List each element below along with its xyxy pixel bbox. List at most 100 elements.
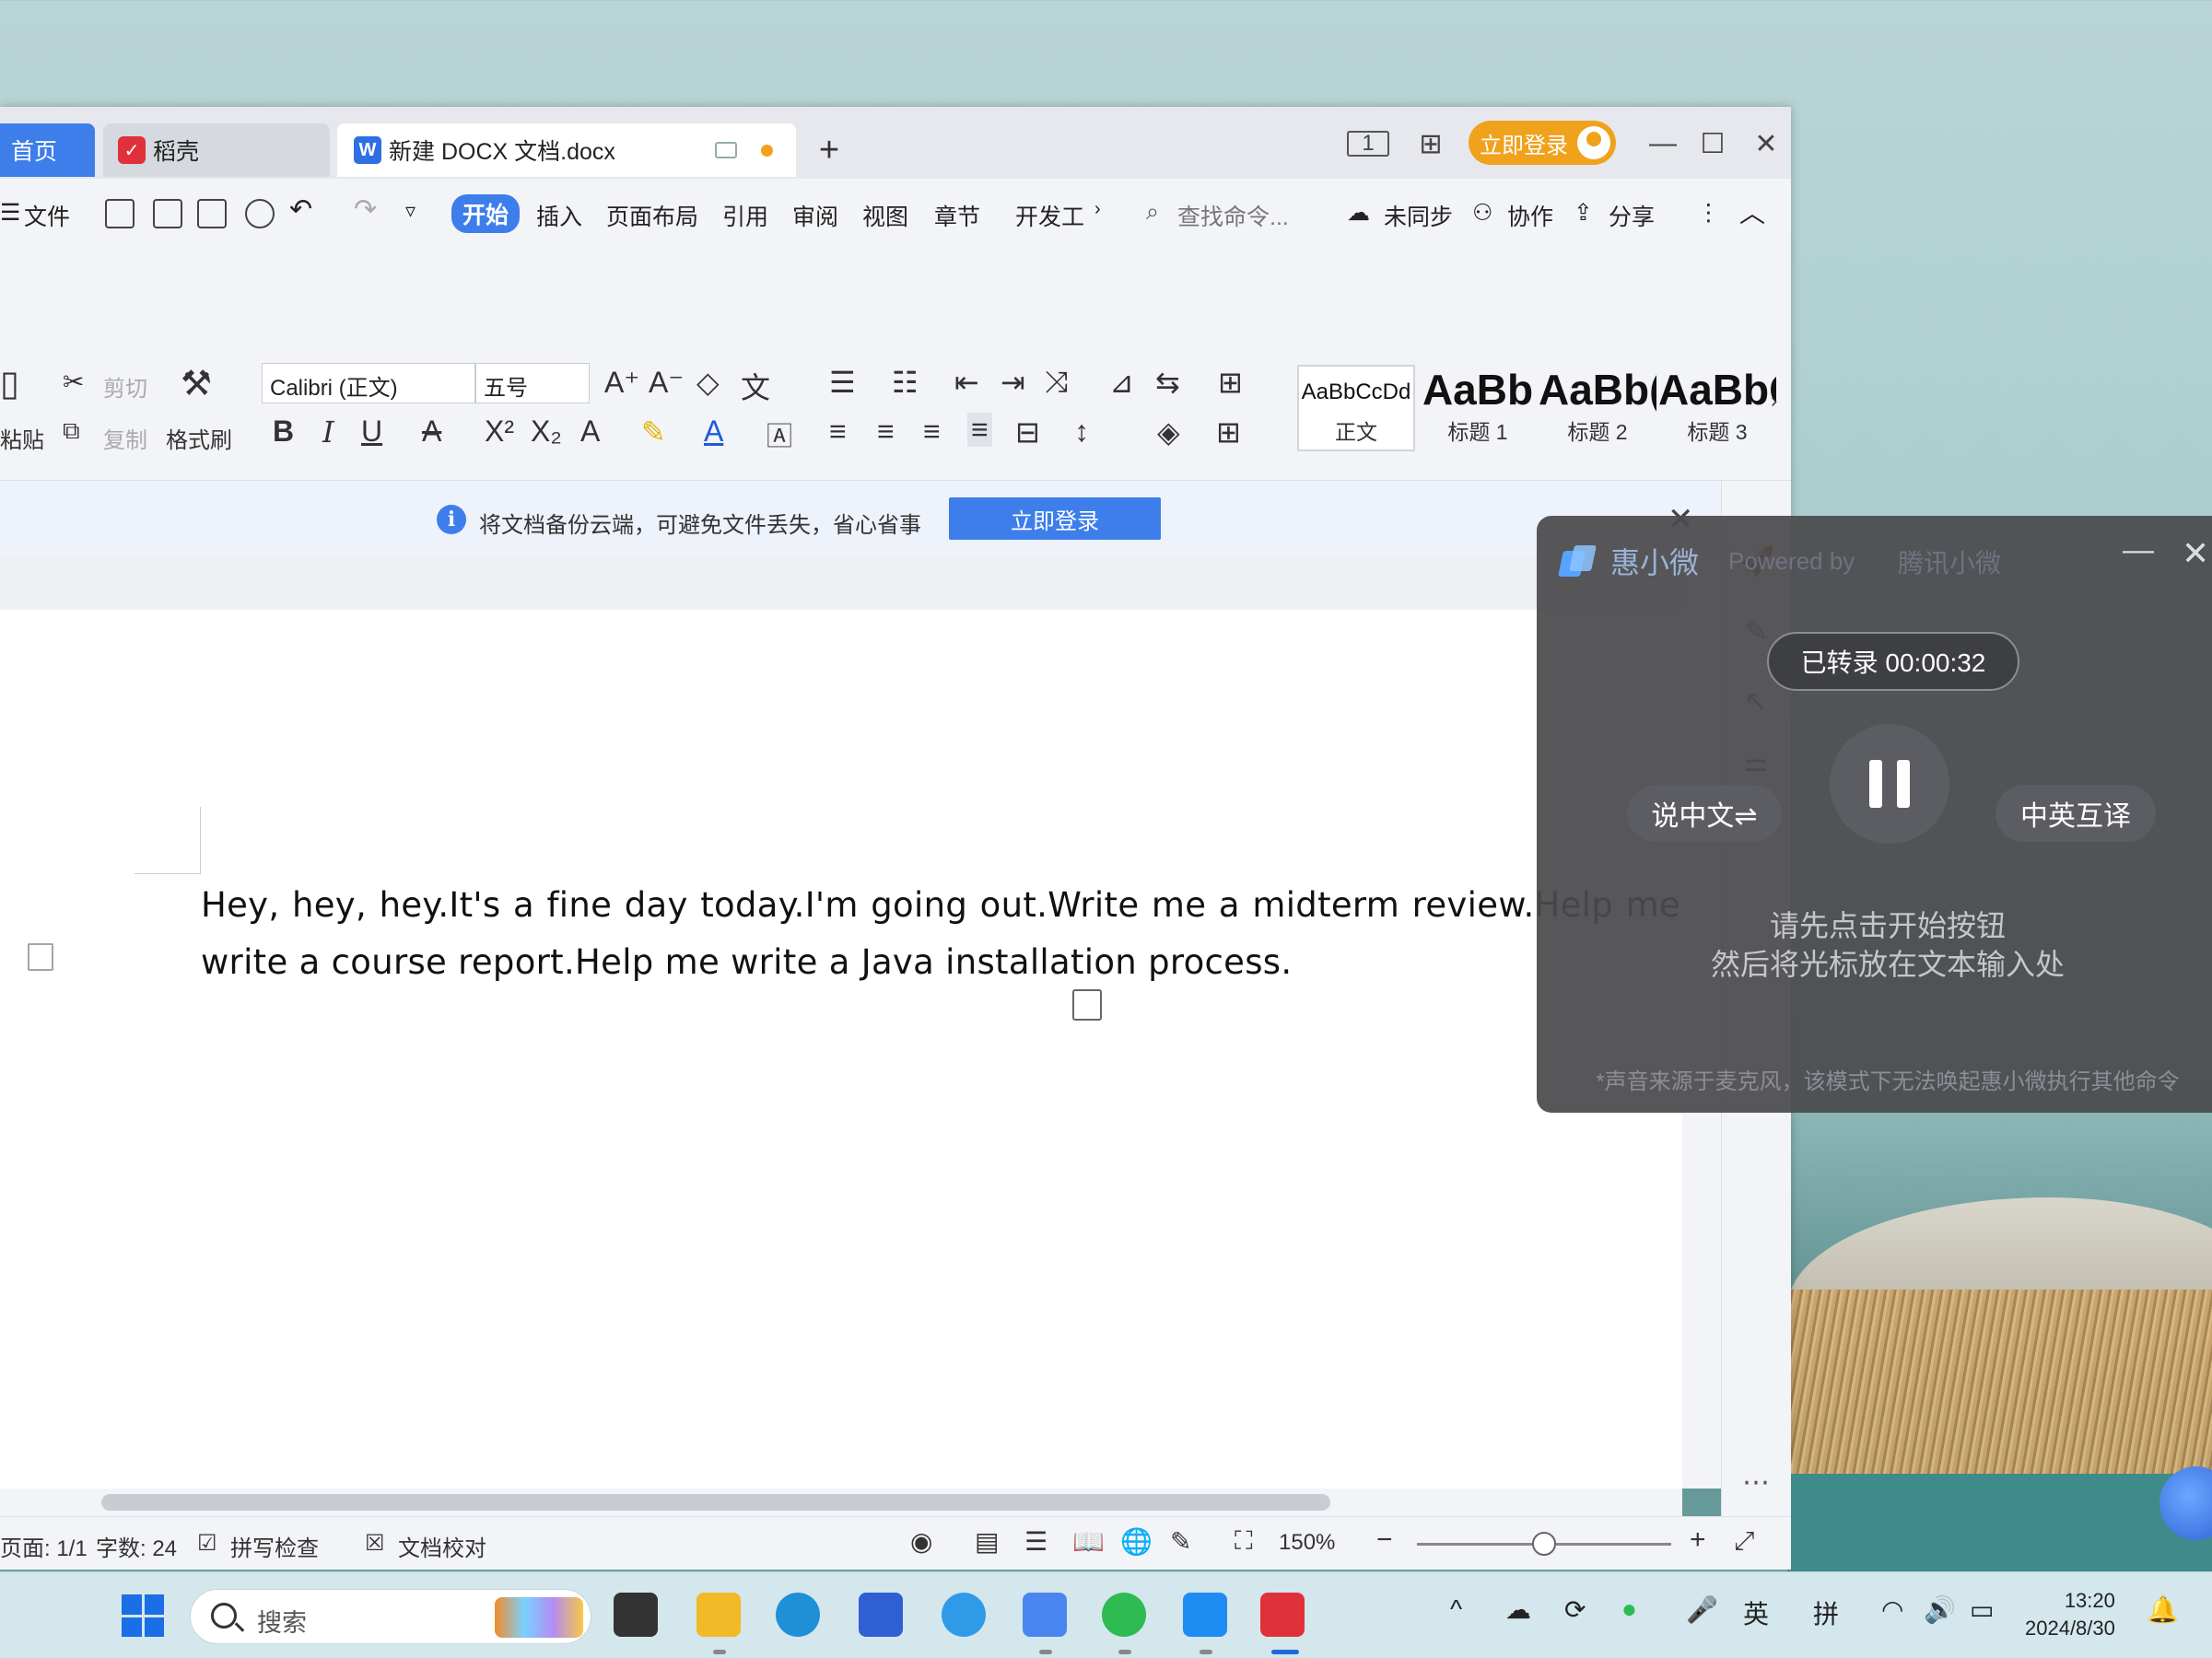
search-icon[interactable]: ⌕ bbox=[1146, 199, 1159, 226]
microphone-icon[interactable]: 🎤 bbox=[1686, 1594, 1718, 1625]
export-pdf-icon[interactable] bbox=[153, 199, 182, 228]
borders-icon[interactable]: ⊞ bbox=[1216, 414, 1241, 450]
assistant-close-button[interactable]: ✕ bbox=[2182, 534, 2209, 573]
feishu-icon[interactable] bbox=[1183, 1593, 1227, 1637]
menu-more-chevron-icon[interactable]: › bbox=[1094, 199, 1101, 220]
strikethrough-icon[interactable]: A bbox=[422, 414, 441, 449]
page-indicator[interactable]: 页面: 1/1 bbox=[0, 1530, 88, 1562]
print-icon[interactable] bbox=[197, 199, 227, 228]
font-color-icon[interactable]: A bbox=[704, 414, 723, 449]
proofread-icon[interactable]: ☒ bbox=[365, 1530, 385, 1557]
char-border-icon[interactable]: 🄰 bbox=[767, 416, 792, 453]
collapse-ribbon-icon[interactable]: ︿ bbox=[1739, 193, 1765, 230]
paragraph-layout-icon[interactable] bbox=[28, 943, 53, 971]
justify-icon[interactable]: ≡ bbox=[967, 413, 992, 447]
underline-icon[interactable]: U bbox=[361, 414, 382, 449]
format-painter-icon[interactable]: ⚒ bbox=[181, 363, 212, 404]
write-view-icon[interactable]: ✎ bbox=[1170, 1526, 1191, 1557]
spell-check-button[interactable]: 拼写检查 bbox=[230, 1530, 319, 1562]
microsoft-store-icon[interactable] bbox=[859, 1593, 903, 1637]
share-icon[interactable]: ⇪ bbox=[1574, 199, 1593, 227]
cloud-sync-icon[interactable]: ☁ bbox=[1347, 199, 1370, 227]
maximize-button[interactable]: ☐ bbox=[1691, 125, 1734, 162]
decrease-indent-icon[interactable]: ⇤ bbox=[954, 365, 979, 400]
proofread-button[interactable]: 文档校对 bbox=[398, 1530, 486, 1562]
menu-developer[interactable]: 开发工 bbox=[1015, 199, 1084, 232]
undo-icon[interactable]: ↶ bbox=[289, 193, 312, 226]
login-button[interactable]: 立即登录 bbox=[1469, 121, 1616, 165]
sync-icon[interactable]: ⟳ bbox=[1564, 1594, 1586, 1625]
collab-button[interactable]: 协作 bbox=[1507, 199, 1553, 232]
fit-page-icon[interactable]: ⛶ bbox=[1235, 1526, 1253, 1557]
ime-language[interactable]: 英 bbox=[1743, 1594, 1769, 1631]
chinese-layout-icon[interactable]: ⤨ bbox=[1045, 365, 1069, 400]
battery-icon[interactable]: ▭ bbox=[1970, 1594, 1994, 1625]
tab-daoke[interactable]: ✓ 稻壳 bbox=[103, 123, 330, 177]
help-app-icon[interactable] bbox=[942, 1593, 986, 1637]
speak-chinese-mode-button[interactable]: 说中文⇌ bbox=[1627, 785, 1782, 842]
phonetic-guide-icon[interactable]: 文 bbox=[741, 365, 770, 407]
menu-page-layout[interactable]: 页面布局 bbox=[606, 199, 698, 232]
file-explorer-icon[interactable] bbox=[696, 1593, 741, 1637]
menu-start[interactable]: 开始 bbox=[451, 194, 521, 233]
zoom-out-icon[interactable]: − bbox=[1376, 1524, 1393, 1556]
align-right-icon[interactable]: ≡ bbox=[923, 414, 941, 449]
numbered-list-icon[interactable]: ☷ bbox=[892, 365, 919, 400]
notice-login-button[interactable]: 立即登录 bbox=[949, 497, 1161, 540]
text-direction-icon[interactable]: ⊿ bbox=[1109, 365, 1134, 400]
windows-start-icon[interactable] bbox=[122, 1594, 164, 1637]
subscript-icon[interactable]: X₂ bbox=[531, 414, 562, 449]
task-view-icon[interactable] bbox=[614, 1593, 658, 1637]
fullscreen-icon[interactable]: ⤢ bbox=[1734, 1526, 1754, 1557]
zoom-level[interactable]: 150% bbox=[1279, 1530, 1335, 1556]
italic-icon[interactable]: I bbox=[322, 414, 334, 450]
shading-icon[interactable]: ◈ bbox=[1157, 414, 1180, 450]
monitor-icon[interactable] bbox=[715, 142, 737, 158]
zoom-in-icon[interactable]: + bbox=[1690, 1524, 1706, 1556]
collab-icon[interactable]: ⚇ bbox=[1472, 199, 1492, 227]
cut-icon[interactable]: ✂ bbox=[63, 367, 84, 397]
distributed-align-icon[interactable]: ⊟ bbox=[1015, 414, 1040, 450]
increase-indent-icon[interactable]: ⇥ bbox=[1001, 365, 1025, 400]
styles-more-chevron-icon[interactable]: › bbox=[1771, 389, 1777, 413]
eye-protection-icon[interactable]: ◉ bbox=[910, 1526, 932, 1557]
wifi-icon[interactable]: ◠ bbox=[1881, 1594, 1903, 1625]
style-normal[interactable]: AaBbCcDd 正文 bbox=[1297, 365, 1415, 451]
spell-check-icon[interactable]: ☑ bbox=[197, 1530, 217, 1557]
quick-access-dropdown-icon[interactable]: ▿ bbox=[405, 199, 415, 223]
new-tab-button[interactable]: + bbox=[802, 123, 857, 177]
more-menu-icon[interactable]: ⋮ bbox=[1697, 199, 1720, 227]
tray-overflow-icon[interactable]: ^ bbox=[1450, 1594, 1462, 1624]
menu-chapter[interactable]: 章节 bbox=[934, 199, 980, 232]
translation-mode-button[interactable]: 中英互译 bbox=[1995, 785, 2156, 842]
reading-view-icon[interactable]: 📖 bbox=[1072, 1526, 1105, 1557]
copilot-app-icon[interactable] bbox=[1023, 1593, 1067, 1637]
copy-icon[interactable]: ⧉ bbox=[63, 416, 80, 446]
tab-document[interactable]: W 新建 DOCX 文档.docx bbox=[337, 123, 796, 177]
assistant-minimize-button[interactable]: — bbox=[2123, 532, 2154, 568]
increase-font-icon[interactable]: A⁺ bbox=[604, 365, 639, 400]
wechat-icon[interactable] bbox=[1102, 1593, 1146, 1637]
apps-grid-icon[interactable]: ⊞ bbox=[1410, 125, 1452, 162]
sort-icon[interactable]: ⇆ bbox=[1155, 365, 1180, 400]
layout-toggle-icon[interactable]: 1 bbox=[1347, 131, 1389, 157]
ime-mode[interactable]: 拼 bbox=[1813, 1594, 1839, 1631]
menu-references[interactable]: 引用 bbox=[722, 199, 768, 232]
print-preview-icon[interactable] bbox=[245, 199, 275, 228]
edge-browser-icon[interactable] bbox=[776, 1593, 820, 1637]
volume-icon[interactable]: 🔊 bbox=[1924, 1594, 1956, 1625]
wechat-tray-icon[interactable]: ● bbox=[1621, 1594, 1637, 1624]
more-tools-icon[interactable]: ⋯ bbox=[1740, 1466, 1772, 1498]
wps-office-icon[interactable] bbox=[1260, 1593, 1305, 1637]
format-painter-button[interactable]: 格式刷 bbox=[166, 422, 232, 454]
cut-button[interactable]: 剪切 bbox=[103, 370, 147, 403]
onedrive-icon[interactable]: ☁ bbox=[1505, 1594, 1531, 1625]
show-marks-icon[interactable]: ⊞ bbox=[1218, 365, 1243, 400]
paste-options-icon[interactable] bbox=[1072, 989, 1102, 1021]
page-view-icon[interactable]: ▤ bbox=[975, 1526, 999, 1557]
decrease-font-icon[interactable]: A⁻ bbox=[649, 365, 684, 400]
outline-view-icon[interactable]: ☰ bbox=[1024, 1526, 1047, 1557]
clear-format-icon[interactable]: ◇ bbox=[696, 365, 720, 400]
line-spacing-icon[interactable]: ↕ bbox=[1074, 414, 1089, 449]
bullet-list-icon[interactable]: ☰ bbox=[829, 365, 856, 400]
